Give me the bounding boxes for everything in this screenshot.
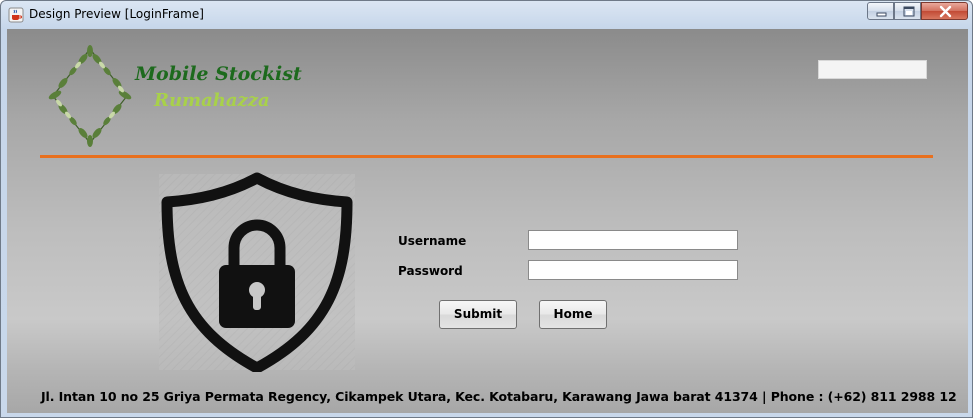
- top-right-field[interactable]: [818, 60, 927, 79]
- leaf-wreath-icon: [47, 45, 133, 147]
- close-icon: [939, 5, 952, 18]
- password-field[interactable]: [528, 260, 738, 280]
- home-button[interactable]: Home: [539, 300, 607, 329]
- login-window: Design Preview [LoginFrame] Mobile Stock…: [0, 0, 973, 418]
- maximize-icon: [903, 6, 915, 17]
- submit-button[interactable]: Submit: [439, 300, 517, 329]
- minimize-button[interactable]: [867, 2, 894, 20]
- shield-lock-icon: [157, 172, 357, 374]
- minimize-icon: [876, 12, 887, 17]
- brand-title: Mobile Stockist: [135, 63, 302, 85]
- window-title: Design Preview [LoginFrame]: [29, 7, 204, 21]
- header-divider: [40, 155, 933, 158]
- title-bar[interactable]: Design Preview [LoginFrame]: [1, 1, 972, 29]
- username-field[interactable]: [528, 230, 738, 250]
- password-label: Password: [398, 264, 463, 278]
- java-cup-icon: [8, 7, 24, 23]
- footer-address: Jl. Intan 10 no 25 Griya Permata Regency…: [41, 389, 957, 404]
- maximize-button[interactable]: [894, 2, 921, 20]
- close-button[interactable]: [921, 2, 968, 20]
- login-panel: Mobile Stockist Rumahazza Username Passw…: [7, 29, 968, 413]
- username-label: Username: [398, 234, 467, 248]
- brand-subtitle: Rumahazza: [154, 90, 270, 111]
